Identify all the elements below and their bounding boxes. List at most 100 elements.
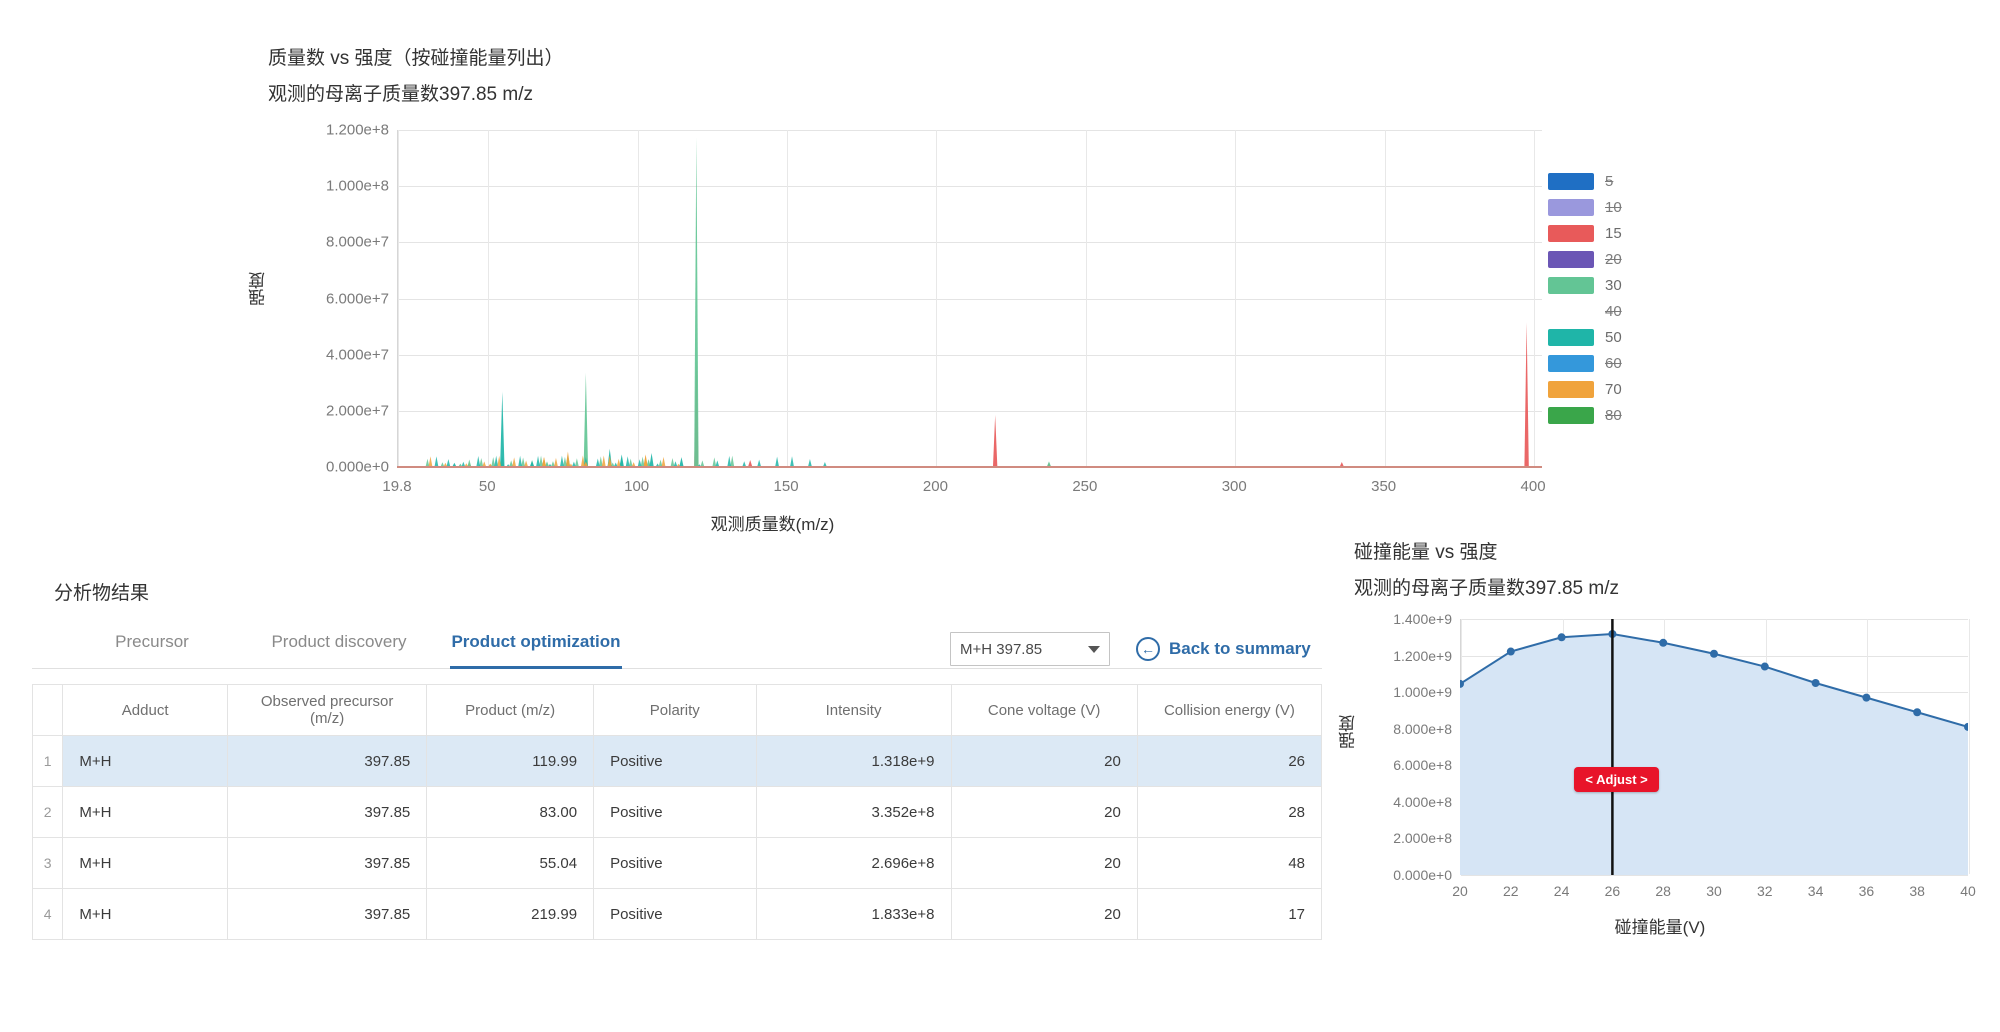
spectrum-y-tick: 6.000e+7 — [326, 290, 389, 307]
spectrum-trace — [425, 137, 1529, 467]
ce-x-tick: 32 — [1757, 883, 1773, 899]
legend-label: 15 — [1605, 224, 1622, 242]
spectrum-y-ticks: 1.200e+8 1.000e+8 8.000e+7 6.000e+7 4.000e+7… — [279, 122, 389, 476]
table-header: Adduct Observed precursor (m/z) Product … — [31, 684, 1323, 736]
legend-label: 30 — [1605, 276, 1622, 294]
legend-label: 40 — [1605, 302, 1622, 320]
product-optimization-table: Adduct Observed precursor (m/z) Product … — [31, 684, 1323, 940]
ce-x-tick: 38 — [1909, 883, 1925, 899]
legend-item-50[interactable]: 50 — [1548, 324, 1622, 350]
legend-swatch — [1548, 224, 1594, 242]
ce-x-tick: 24 — [1553, 883, 1570, 899]
table-row[interactable]: 4 M+H 397.85 219.99 Positive 1.833e+8 20 17 — [31, 888, 1323, 940]
spectrum-x-tick: 50 — [478, 478, 496, 495]
table-row[interactable]: 3 M+H 397.85 55.04 Positive 2.696e+8 20 48 — [31, 837, 1323, 889]
spectrum-x-tick: 200 — [922, 478, 948, 495]
legend-item-60[interactable]: 60 — [1548, 350, 1622, 376]
cell-intensity: 1.318e+9 — [755, 735, 952, 787]
legend-item-40[interactable]: 40 — [1548, 298, 1622, 324]
tab-product-optimization[interactable]: Product optimization — [450, 632, 622, 669]
cell-polarity: Positive — [593, 735, 757, 787]
legend-item-5[interactable]: 5 — [1548, 168, 1622, 194]
ce-y-tick: 8.000e+8 — [1393, 720, 1452, 737]
legend-item-70[interactable]: 70 — [1548, 376, 1622, 402]
legend-swatch — [1548, 380, 1594, 398]
legend-swatch — [1548, 303, 1594, 320]
col-header-product[interactable]: Product (m/z) — [426, 684, 595, 736]
tab-precursor[interactable]: Precursor — [76, 632, 228, 668]
spectrum-chart-subtitle: 观测的母离子质量数397.85 m/z — [268, 84, 533, 105]
cell-product: 219.99 — [426, 888, 595, 940]
legend-label: 70 — [1605, 380, 1622, 398]
ce-y-ticks: 1.400e+9 1.200e+9 1.000e+9 8.000e+8 6.000e+8… — [1340, 611, 1460, 883]
ce-y-tick: 6.000e+8 — [1393, 757, 1452, 774]
spectrum-x-tick: 100 — [624, 478, 650, 495]
col-header-cone-voltage[interactable]: Cone voltage (V) — [950, 684, 1138, 736]
cell-product: 55.04 — [426, 837, 595, 889]
cell-collision-energy: 48 — [1136, 837, 1323, 889]
row-index-cell: 4 — [31, 888, 64, 940]
tab-product-discovery[interactable]: Product discovery — [248, 632, 430, 668]
legend-item-20[interactable]: 20 — [1548, 246, 1622, 272]
cell-cone-voltage: 20 — [950, 837, 1138, 889]
arrow-left-circle-icon: ← — [1136, 637, 1160, 661]
back-to-summary-link[interactable]: ← Back to summary — [1136, 637, 1311, 661]
ce-y-tick: 1.400e+9 — [1393, 611, 1452, 627]
spectrum-baseline — [397, 466, 1542, 468]
adjust-marker-button[interactable]: < Adjust > — [1574, 767, 1659, 792]
table-row[interactable]: 2 M+H 397.85 83.00 Positive 3.352e+8 20 28 — [31, 786, 1323, 838]
spectrum-x-ticks: 19.8 50 100 150 200 250 300 350 400 — [382, 478, 1545, 500]
legend-item-15[interactable]: 15 — [1548, 220, 1622, 246]
analyte-results-heading: 分析物结果 — [54, 583, 150, 604]
legend-label: 80 — [1605, 406, 1622, 424]
chevron-down-icon — [1088, 645, 1100, 653]
col-header-adduct[interactable]: Adduct — [62, 684, 228, 736]
adduct-select[interactable]: M+H 397.85 — [950, 632, 1110, 666]
row-index-cell: 3 — [31, 837, 64, 889]
row-index-cell: 2 — [31, 786, 64, 838]
cell-product: 83.00 — [426, 786, 595, 838]
cell-observed-precursor: 397.85 — [226, 786, 428, 838]
spectrum-x-tick: 300 — [1221, 478, 1247, 495]
cell-intensity: 1.833e+8 — [755, 888, 952, 940]
ce-x-tick: 26 — [1604, 883, 1621, 899]
cell-intensity: 3.352e+8 — [755, 786, 952, 838]
ce-x-tick: 28 — [1655, 883, 1671, 899]
col-header-polarity[interactable]: Polarity — [593, 684, 757, 736]
legend-swatch — [1548, 172, 1594, 190]
legend-label: 20 — [1605, 250, 1622, 268]
ce-x-tick: 40 — [1960, 883, 1976, 899]
spectrum-legend[interactable]: 5 10 15 20 30 40 50 60 70 80 — [1548, 168, 1622, 428]
row-index-cell: 1 — [31, 735, 64, 787]
spectrum-x-tick: 250 — [1072, 478, 1098, 495]
cell-collision-energy: 28 — [1136, 786, 1323, 838]
cell-collision-energy: 26 — [1136, 735, 1323, 787]
legend-item-10[interactable]: 10 — [1548, 194, 1622, 220]
cell-polarity: Positive — [593, 837, 757, 889]
ce-chart-title: 碰撞能量 vs 强度 — [1354, 542, 1498, 563]
spectrum-x-tick: 350 — [1371, 478, 1397, 495]
spectrum-x-tick: 19.8 — [382, 478, 412, 495]
legend-item-80[interactable]: 80 — [1548, 402, 1622, 428]
col-header-collision-energy[interactable]: Collision energy (V) — [1136, 684, 1323, 736]
spectrum-y-tick: 1.200e+8 — [326, 121, 389, 139]
legend-swatch — [1548, 276, 1594, 294]
ce-x-tick: 36 — [1858, 883, 1875, 899]
ce-y-tick: 4.000e+8 — [1393, 793, 1452, 810]
cell-adduct: M+H — [62, 786, 228, 838]
legend-label: 60 — [1605, 354, 1622, 372]
cell-adduct: M+H — [62, 735, 228, 787]
col-header-observed-precursor[interactable]: Observed precursor (m/z) — [226, 684, 428, 736]
ce-x-tick: 22 — [1503, 883, 1519, 899]
spectrum-x-tick: 400 — [1520, 478, 1546, 495]
cell-product: 119.99 — [426, 735, 595, 787]
legend-item-30[interactable]: 30 — [1548, 272, 1622, 298]
cell-adduct: M+H — [62, 837, 228, 889]
cell-adduct: M+H — [62, 888, 228, 940]
table-row[interactable]: 1 M+H 397.85 119.99 Positive 1.318e+9 20 26 — [31, 735, 1323, 787]
spectrum-y-tick: 4.000e+7 — [326, 346, 389, 364]
spectrum-y-axis-label: 强度 — [249, 272, 268, 306]
legend-swatch — [1548, 354, 1594, 372]
col-header-intensity[interactable]: Intensity — [755, 684, 952, 736]
back-to-summary-label: Back to summary — [1169, 639, 1311, 658]
